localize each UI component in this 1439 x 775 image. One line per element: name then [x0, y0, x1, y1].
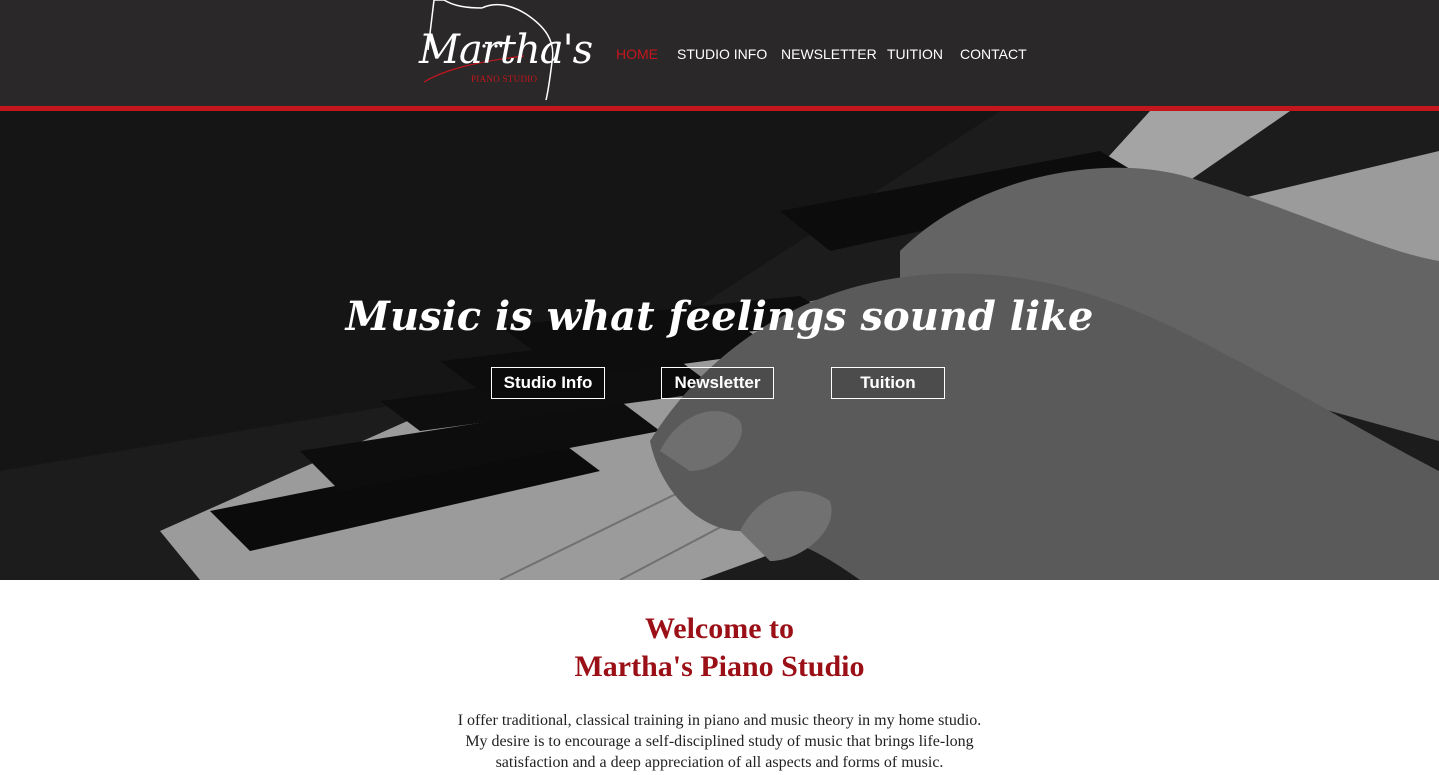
hero-studio-info-button[interactable]: Studio Info [491, 367, 605, 399]
welcome-heading-line1: Welcome to [644, 612, 795, 645]
hero-banner: Music is what feelings sound like Studio… [0, 111, 1439, 580]
welcome-body-line1: I offer traditional, classical training … [457, 712, 982, 729]
piano-hands-photo [0, 111, 1439, 580]
logo-subtitle: PIANO STUDIO [471, 74, 538, 84]
site-logo[interactable]: Martha's PIANO STUDIO [414, 0, 593, 104]
hero-tagline: Music is what feelings sound like [345, 293, 1094, 340]
welcome-heading: Welcome to Martha's Piano Studio [0, 610, 1439, 686]
site-header: Martha's PIANO STUDIO HOME STUDIO INFO N… [0, 0, 1439, 106]
welcome-body-line3: satisfaction and a deep appreciation of … [495, 754, 944, 771]
logo-wordmark: Martha's [419, 27, 593, 73]
hero-newsletter-button[interactable]: Newsletter [661, 367, 774, 399]
nav-studio-info[interactable]: STUDIO INFO [677, 45, 767, 63]
hero-tuition-button[interactable]: Tuition [831, 367, 945, 399]
nav-newsletter[interactable]: NEWSLETTER [781, 45, 877, 63]
nav-contact[interactable]: CONTACT [960, 45, 1027, 63]
nav-home[interactable]: HOME [616, 45, 658, 63]
nav-tuition[interactable]: TUITION [887, 45, 943, 63]
welcome-body-line2: My desire is to encourage a self-discipl… [465, 733, 974, 750]
welcome-heading-line2: Martha's Piano Studio [574, 650, 865, 683]
welcome-paragraph: I offer traditional, classical training … [0, 710, 1439, 773]
